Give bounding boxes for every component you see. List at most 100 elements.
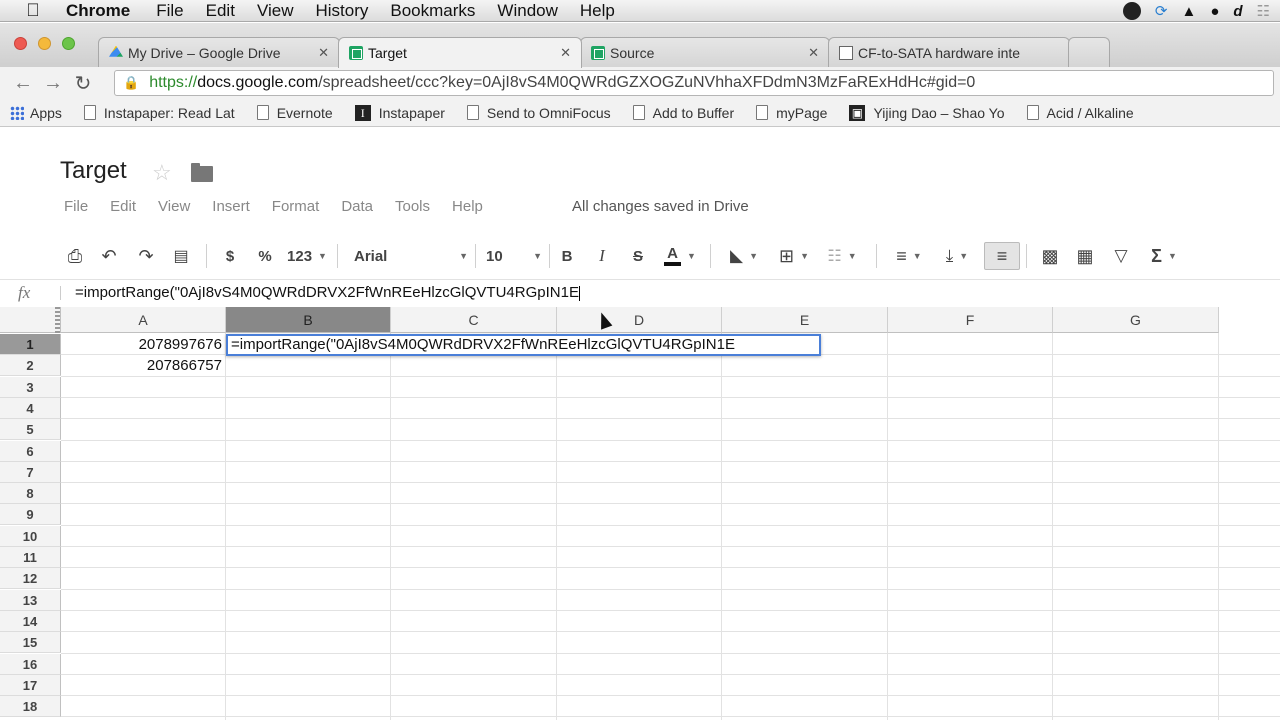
row-header-18[interactable]: 18 [0, 696, 61, 718]
reload-icon[interactable]: ↻ [68, 71, 98, 96]
bookmark-acid-alkaline[interactable]: Acid / Alkaline [1026, 105, 1134, 121]
folder-icon[interactable] [191, 163, 213, 182]
row-header-6[interactable]: 6 [0, 440, 61, 462]
bookmark-instapaper-read-later[interactable]: Instapaper: Read Lat [83, 105, 235, 121]
undo-icon[interactable]: ↶ [98, 246, 120, 266]
row-header-9[interactable]: 9 [0, 504, 61, 526]
row-header-4[interactable]: 4 [0, 397, 61, 419]
row-header-15[interactable]: 15 [0, 632, 61, 654]
paint-format-icon[interactable]: ▤ [170, 246, 192, 266]
column-header-b[interactable]: B [226, 307, 391, 333]
drive-tray-icon[interactable]: ▲ [1181, 3, 1196, 20]
column-header-f[interactable]: F [888, 307, 1053, 333]
row-header-3[interactable]: 3 [0, 376, 61, 398]
percent-format-button[interactable]: % [256, 246, 274, 266]
fill-color-button[interactable]: ◣ ▼ [724, 246, 764, 266]
sheets-menu-file[interactable]: File [64, 198, 88, 215]
cell-b1-editor[interactable]: =importRange("0AjI8vS4M0QWRdDRVX2FfWnREe… [226, 334, 821, 356]
bookmark-mypage[interactable]: myPage [756, 105, 827, 121]
hat-icon[interactable]: ● [1210, 3, 1219, 20]
row-header-2[interactable]: 2 [0, 355, 61, 377]
cell-a1[interactable]: 2078997676 [61, 334, 226, 355]
new-tab-button[interactable] [1068, 37, 1110, 67]
strikethrough-button[interactable]: S [630, 246, 646, 266]
bold-button[interactable]: B [560, 246, 574, 266]
row-header-12[interactable]: 12 [0, 568, 61, 590]
apple-icon[interactable]:  [22, 0, 44, 21]
bookmark-apps[interactable]: Apps [10, 105, 62, 121]
window-zoom-button[interactable] [62, 37, 75, 50]
menu-edit[interactable]: Edit [206, 1, 235, 21]
sheets-menu-help[interactable]: Help [452, 198, 483, 215]
font-size-select[interactable]: 10 ▼ [486, 246, 542, 266]
row-header-5[interactable]: 5 [0, 419, 61, 441]
sheets-menu-edit[interactable]: Edit [110, 198, 136, 215]
insert-comment-icon[interactable]: ▩ [1038, 246, 1062, 266]
column-header-g[interactable]: G [1053, 307, 1219, 333]
chat-icon[interactable] [1122, 2, 1141, 20]
sheets-menu-insert[interactable]: Insert [212, 198, 250, 215]
sheets-menu-format[interactable]: Format [272, 198, 320, 215]
row-header-8[interactable]: 8 [0, 483, 61, 505]
menu-app-chrome[interactable]: Chrome [66, 1, 130, 21]
column-header-e[interactable]: E [722, 307, 888, 333]
sheets-menu-view[interactable]: View [158, 198, 190, 215]
column-header-d[interactable]: D [557, 307, 722, 333]
document-title[interactable]: Target [60, 157, 127, 185]
tab-source[interactable]: Source ✕ [580, 37, 830, 67]
text-color-button[interactable]: A ▼ [660, 246, 700, 266]
forward-arrow-icon[interactable]: → [38, 72, 68, 95]
sheets-menu-tools[interactable]: Tools [395, 198, 430, 215]
menu-help[interactable]: Help [580, 1, 615, 21]
window-close-button[interactable] [14, 37, 27, 50]
tab-close-icon[interactable]: ✕ [808, 45, 819, 61]
sheets-menu-data[interactable]: Data [341, 198, 373, 215]
font-family-select[interactable]: Arial ▼ [354, 246, 468, 266]
window-minimize-button[interactable] [38, 37, 51, 50]
insert-chart-icon[interactable]: ▦ [1072, 246, 1098, 266]
bookmark-yijing-dao[interactable]: ▣ Yijing Dao – Shao Yo [849, 104, 1005, 121]
print-icon[interactable]: ⎙ [64, 246, 86, 266]
filter-icon[interactable]: ▽ [1110, 246, 1132, 266]
menu-window[interactable]: Window [497, 1, 557, 21]
select-all-corner[interactable] [0, 307, 61, 333]
row-header-1[interactable]: 1 [0, 334, 61, 355]
row-header-10[interactable]: 10 [0, 525, 61, 547]
bookmark-add-to-buffer[interactable]: Add to Buffer [632, 105, 734, 121]
row-header-11[interactable]: 11 [0, 547, 61, 568]
horizontal-align-button[interactable]: ≡ ▼ [889, 246, 929, 266]
menu-file[interactable]: File [156, 1, 183, 21]
tab-cf-to-sata[interactable]: CF-to-SATA hardware inte [828, 37, 1070, 67]
bookmark-evernote[interactable]: Evernote [256, 105, 333, 121]
menu-extras-icon[interactable]: ☷ [1257, 2, 1270, 20]
tab-close-icon[interactable]: ✕ [318, 45, 329, 61]
wrap-text-button[interactable]: ≡ [984, 242, 1020, 270]
sync-icon[interactable]: ⟳ [1155, 2, 1168, 20]
redo-icon[interactable]: ↷ [135, 246, 157, 266]
star-icon[interactable]: ☆ [152, 160, 172, 186]
row-header-7[interactable]: 7 [0, 461, 61, 483]
more-formats-button[interactable]: 123 ▼ [285, 246, 329, 266]
merge-cells-button[interactable]: ☷ ▼ [820, 246, 864, 266]
column-header-c[interactable]: C [391, 307, 557, 333]
bookmark-send-to-omnifocus[interactable]: Send to OmniFocus [466, 105, 611, 121]
currency-format-button[interactable]: $ [222, 246, 238, 266]
italic-button[interactable]: I [595, 246, 609, 266]
borders-button[interactable]: ⊞ ▼ [774, 246, 814, 266]
menu-history[interactable]: History [315, 1, 368, 21]
address-bar[interactable]: 🔒 https:// docs.google.com /spreadsheet/… [114, 70, 1274, 96]
cell-a2[interactable]: 207866757 [61, 355, 226, 376]
bookmark-instapaper[interactable]: I Instapaper [354, 104, 445, 121]
back-arrow-icon[interactable]: ← [8, 72, 38, 95]
menu-bookmarks[interactable]: Bookmarks [390, 1, 475, 21]
menu-view[interactable]: View [257, 1, 294, 21]
row-header-14[interactable]: 14 [0, 610, 61, 632]
formula-input[interactable]: =importRange("0AjI8vS4M0QWRdDRVX2FfWnREe… [75, 284, 580, 301]
row-header-13[interactable]: 13 [0, 589, 61, 611]
row-header-17[interactable]: 17 [0, 674, 61, 696]
vertical-align-button[interactable]: ⤓ ▼ [937, 246, 977, 266]
functions-button[interactable]: Σ ▼ [1144, 246, 1184, 266]
column-header-a[interactable]: A [61, 307, 226, 333]
tab-target[interactable]: Target ✕ [338, 37, 582, 68]
dictionary-icon[interactable]: d [1233, 3, 1242, 20]
